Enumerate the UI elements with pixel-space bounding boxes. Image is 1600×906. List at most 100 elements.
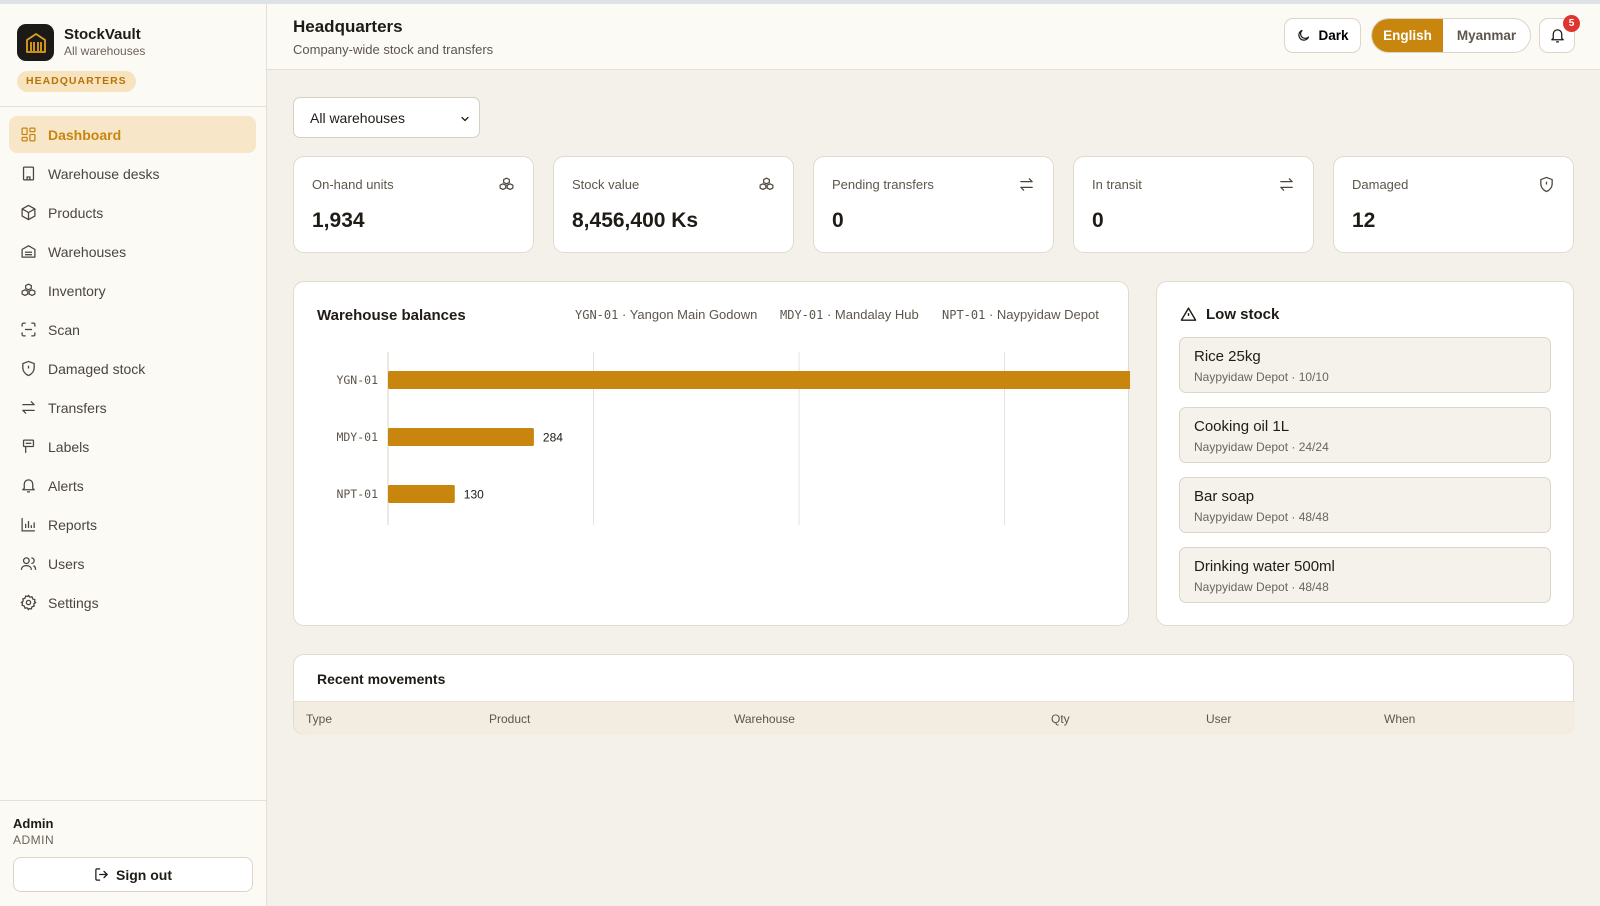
- bell-icon: [1550, 29, 1564, 43]
- low-stock-item[interactable]: Cooking oil 1L Naypyidaw Depot · 24/24: [1179, 407, 1551, 463]
- sidebar-item-transfers[interactable]: Transfers: [9, 389, 256, 426]
- sidebar-item-label: Users: [48, 555, 85, 572]
- stat-label: Stock value: [572, 177, 640, 192]
- sidebar-item-label: Alerts: [48, 477, 84, 494]
- top-header: Headquarters Company-wide stock and tran…: [267, 4, 1600, 70]
- chart-category-label: NPT-01: [336, 487, 378, 501]
- card-title: Recent movements: [317, 671, 446, 687]
- user-name: Admin: [13, 816, 54, 831]
- stat-label: Pending transfers: [832, 177, 934, 192]
- chart-bar: [388, 428, 534, 446]
- logout-icon: [95, 868, 108, 881]
- brand[interactable]: StockVault All warehouses: [17, 24, 145, 61]
- sidebar-divider: [0, 106, 266, 107]
- low-stock-item[interactable]: Drinking water 500ml Naypyidaw Depot · 4…: [1179, 547, 1551, 603]
- column-header-when[interactable]: When: [1384, 712, 1415, 726]
- low-stock-item[interactable]: Bar soap Naypyidaw Depot · 48/48: [1179, 477, 1551, 533]
- scan-icon: [21, 322, 36, 337]
- column-header-user[interactable]: User: [1206, 712, 1231, 726]
- boxes-icon: [21, 283, 36, 297]
- shield-alert-icon: [22, 360, 35, 377]
- stat-value: 0: [832, 209, 844, 232]
- dark-mode-button[interactable]: Dark: [1284, 18, 1361, 53]
- user-role: ADMIN: [13, 833, 55, 847]
- headquarters-badge: HEADQUARTERS: [17, 71, 136, 92]
- language-myanmar-option[interactable]: Myanmar: [1443, 19, 1530, 52]
- chart-category-label: YGN-01: [336, 373, 378, 387]
- sidebar-item-dashboard[interactable]: Dashboard: [9, 116, 256, 153]
- sidebar-nav: Dashboard Warehouse desks Products Wareh…: [9, 116, 256, 623]
- sidebar-item-label: Scan: [48, 321, 80, 338]
- stat-value: 1,934: [312, 209, 365, 232]
- stat-card-stock-value: Stock value 8,456,400 Ks: [553, 156, 794, 253]
- notifications-button[interactable]: 5: [1539, 15, 1580, 53]
- boxes-icon: [759, 177, 774, 191]
- brand-name: StockVault: [64, 26, 141, 43]
- warning-triangle-icon: [1180, 307, 1197, 321]
- package-icon: [21, 204, 36, 221]
- label-icon: [22, 439, 35, 453]
- column-header-product[interactable]: Product: [489, 712, 530, 726]
- card-title: Low stock: [1206, 306, 1280, 323]
- sidebar-item-damaged-stock[interactable]: Damaged stock: [9, 350, 256, 387]
- low-stock-meta: Naypyidaw Depot · 24/24: [1194, 440, 1329, 454]
- low-stock-product: Bar soap: [1194, 488, 1255, 505]
- sidebar-item-label: Settings: [48, 594, 99, 611]
- sidebar-item-label: Dashboard: [48, 126, 122, 143]
- page-subtitle: Company-wide stock and transfers: [293, 42, 494, 57]
- low-stock-product: Cooking oil 1L: [1194, 418, 1290, 435]
- chart-icon: [21, 518, 35, 532]
- sidebar-item-label: Labels: [48, 438, 90, 455]
- recent-movements-card: Recent movements Type Product Warehouse …: [293, 654, 1575, 735]
- dashboard-icon: [21, 127, 36, 142]
- sidebar-item-reports[interactable]: Reports: [9, 506, 256, 543]
- sidebar-item-settings[interactable]: Settings: [9, 584, 256, 621]
- sidebar-item-label: Transfers: [48, 399, 107, 416]
- stat-value: 8,456,400 Ks: [572, 209, 699, 232]
- column-header-qty[interactable]: Qty: [1051, 712, 1070, 726]
- sidebar-item-labels[interactable]: Labels: [9, 428, 256, 465]
- sidebar-item-label: Inventory: [48, 282, 106, 299]
- low-stock-item[interactable]: Rice 25kg Naypyidaw Depot · 10/10: [1179, 337, 1551, 393]
- column-header-warehouse[interactable]: Warehouse: [734, 712, 795, 726]
- stat-value: 0: [1092, 209, 1104, 232]
- stat-card-in-transit: In transit 0: [1073, 156, 1314, 253]
- sidebar-item-scan[interactable]: Scan: [9, 311, 256, 348]
- chart-data-label: 284: [543, 431, 563, 445]
- bell-icon: [22, 479, 35, 493]
- chart-category-label: MDY-01: [336, 430, 378, 444]
- stat-card-damaged: Damaged 12: [1333, 156, 1574, 253]
- sidebar-item-products[interactable]: Products: [9, 194, 256, 231]
- warehouse-filter-select[interactable]: All warehouses: [293, 97, 480, 138]
- low-stock-meta: Naypyidaw Depot · 10/10: [1194, 370, 1329, 384]
- sidebar-item-warehouse-desks[interactable]: Warehouse desks: [9, 155, 256, 192]
- sidebar-item-users[interactable]: Users: [9, 545, 256, 582]
- language-english-option[interactable]: English: [1372, 19, 1444, 52]
- moon-icon: [1298, 29, 1310, 41]
- sidebar-item-label: Warehouse desks: [48, 165, 160, 182]
- arrows-swap-icon: [1020, 178, 1033, 191]
- stat-label: In transit: [1092, 177, 1142, 192]
- warehouse-icon: [21, 245, 36, 258]
- column-header-type[interactable]: Type: [306, 712, 332, 726]
- low-stock-meta: Naypyidaw Depot · 48/48: [1194, 510, 1329, 524]
- sidebar-item-alerts[interactable]: Alerts: [9, 467, 256, 504]
- sidebar-item-warehouses[interactable]: Warehouses: [9, 233, 256, 270]
- gear-icon: [20, 594, 37, 611]
- sidebar-divider: [0, 800, 266, 801]
- language-toggle: English Myanmar: [1371, 18, 1531, 53]
- sign-out-button[interactable]: Sign out: [13, 857, 253, 892]
- low-stock-product: Rice 25kg: [1194, 348, 1261, 365]
- page-title: Headquarters: [293, 17, 403, 36]
- stat-card-on-hand-units: On-hand units 1,934: [293, 156, 534, 253]
- chevron-down-icon: [461, 116, 469, 122]
- sidebar-item-label: Reports: [48, 516, 98, 533]
- brand-subtitle: All warehouses: [64, 44, 146, 58]
- dark-mode-label: Dark: [1318, 28, 1349, 43]
- sidebar-item-inventory[interactable]: Inventory: [9, 272, 256, 309]
- sidebar-item-label: Damaged stock: [48, 360, 146, 377]
- warehouse-balances-chart: YGN-011,520MDY-01284NPT-01130: [336, 352, 1130, 525]
- low-stock-product: Drinking water 500ml: [1194, 558, 1335, 575]
- building-icon: [22, 166, 35, 181]
- low-stock-card: Low stock Rice 25kg Naypyidaw Depot · 10…: [1156, 281, 1574, 626]
